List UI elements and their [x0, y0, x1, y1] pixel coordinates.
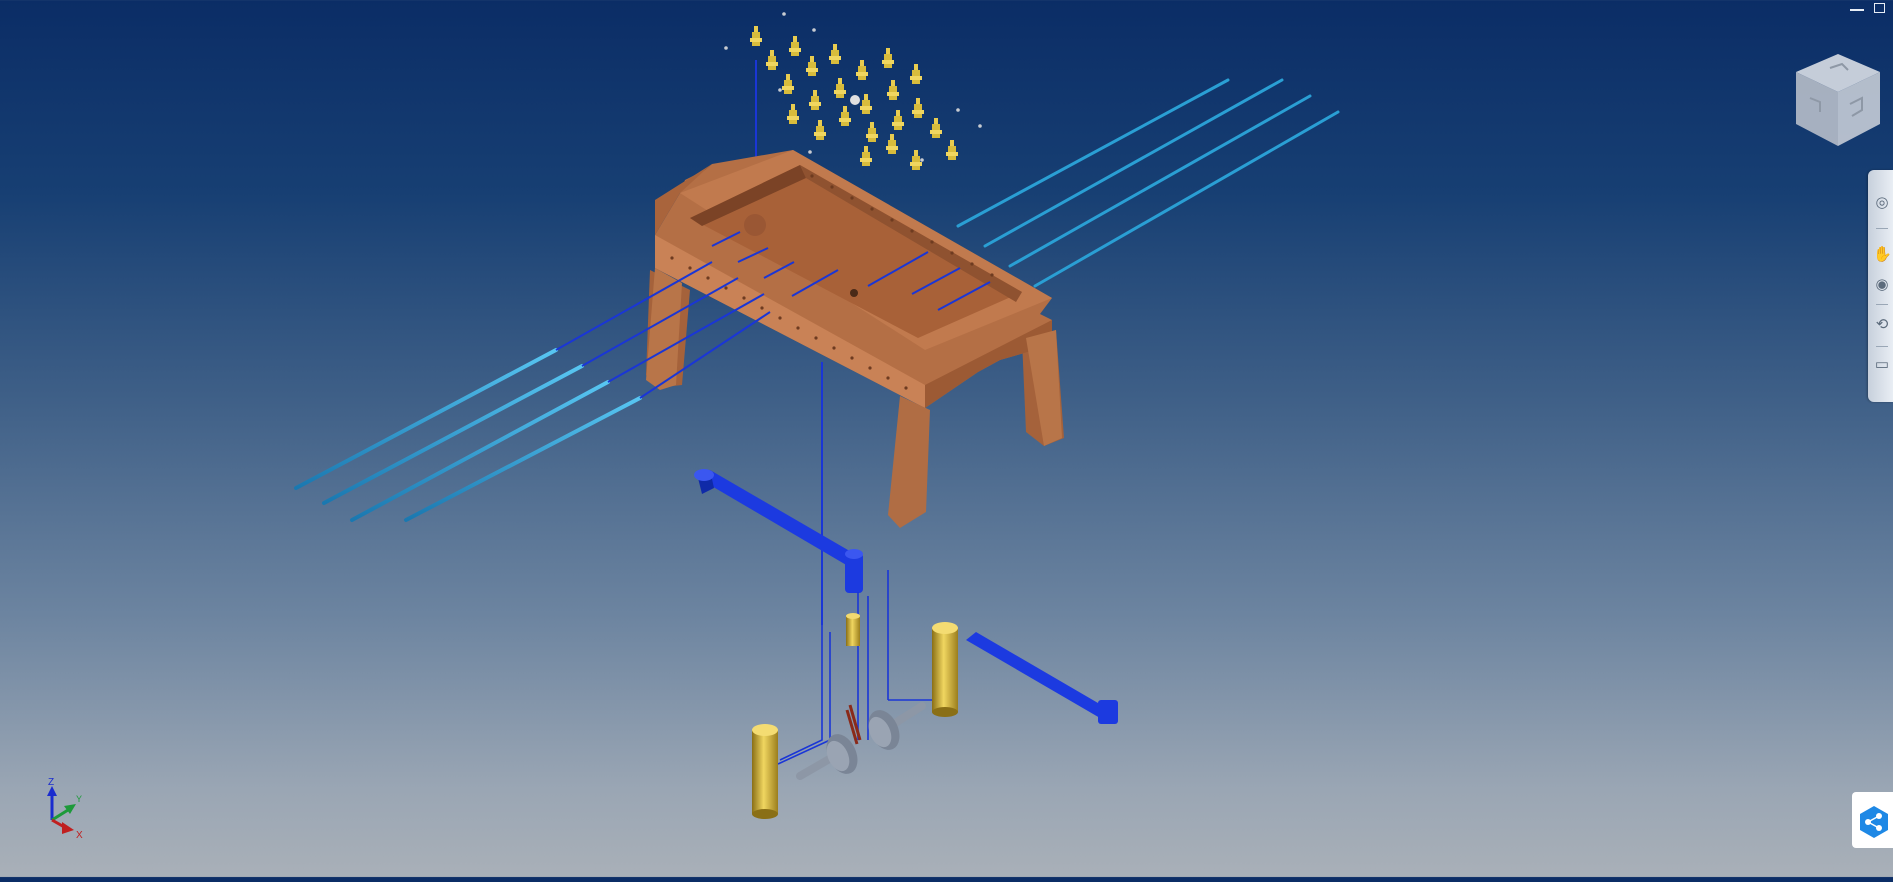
screw-hole: [706, 276, 710, 280]
brass-pin: [856, 60, 868, 80]
small-part: [808, 150, 812, 154]
navigation-bar: ◎ ✋ ◉ ⟲ ▭: [1868, 170, 1893, 402]
assembly-scene: [294, 12, 1340, 819]
screw-hole: [830, 185, 834, 189]
screw-hole: [990, 273, 994, 277]
small-part: [956, 108, 960, 112]
brass-pin: [814, 120, 826, 140]
minimize-icon[interactable]: [1850, 2, 1864, 14]
table-leg-front-right: [888, 396, 930, 528]
screw-hole: [670, 256, 674, 260]
orbit-icon[interactable]: ⟲: [1873, 316, 1891, 334]
brass-pin: [892, 110, 904, 130]
brass-pin: [787, 104, 799, 124]
brass-pin: [882, 48, 894, 68]
brass-pin: [910, 64, 922, 84]
rods-left[interactable]: [294, 348, 642, 522]
brass-pin: [829, 44, 841, 64]
screw-hole: [904, 386, 908, 390]
screw-hole: [930, 240, 934, 244]
brass-pin: [834, 78, 846, 98]
brass-pin: [860, 94, 872, 114]
steel-ball: [850, 95, 860, 105]
screw-hole: [910, 229, 914, 233]
brass-pin: [860, 146, 872, 166]
steel-shaft-right[interactable]: [862, 702, 926, 755]
screw-hole: [950, 251, 954, 255]
blue-handle-upper[interactable]: [694, 469, 863, 593]
3d-viewport[interactable]: ◎ ✋ ◉ ⟲ ▭ Z Y X: [0, 0, 1893, 877]
view-cube-icon[interactable]: [1790, 50, 1886, 150]
axis-z-label: Z: [48, 777, 54, 788]
blue-handle-lower[interactable]: [966, 632, 1118, 724]
window-controls: [1850, 2, 1885, 14]
small-part: [978, 124, 982, 128]
screw-hole: [760, 306, 764, 310]
axis-x-label: X: [76, 830, 83, 841]
screw-hole: [810, 174, 814, 178]
hand-pan-icon[interactable]: ✋: [1873, 246, 1892, 264]
brass-pin: [930, 118, 942, 138]
rods-right[interactable]: [956, 78, 1340, 288]
screw-hole: [814, 336, 818, 340]
screw-hole: [870, 207, 874, 211]
brass-pin: [912, 98, 924, 118]
brass-pin: [809, 90, 821, 110]
screw-hole: [688, 266, 692, 270]
screw-hole: [778, 316, 782, 320]
brass-cylinder-right[interactable]: [932, 622, 958, 717]
axis-y-label: Y: [76, 794, 82, 804]
brass-pin: [782, 74, 794, 94]
brass-pin: [766, 50, 778, 70]
axis-triad: Z Y X: [47, 777, 83, 841]
screw-hole: [832, 346, 836, 350]
screw-hole: [850, 196, 854, 200]
screw-hole: [742, 296, 746, 300]
share-button[interactable]: [1852, 792, 1893, 848]
brass-pin: [806, 56, 818, 76]
brass-bushing[interactable]: [846, 613, 860, 646]
screw-hole: [886, 376, 890, 380]
small-part: [724, 46, 728, 50]
screw-hole: [850, 356, 854, 360]
look-at-icon[interactable]: ▭: [1873, 356, 1891, 374]
brass-pin: [886, 134, 898, 154]
brass-pin: [750, 26, 762, 46]
screw-hole: [890, 218, 894, 222]
small-part: [778, 88, 782, 92]
small-part: [920, 158, 924, 162]
zoom-icon[interactable]: ◉: [1873, 276, 1891, 294]
brass-cylinder-left[interactable]: [752, 724, 778, 819]
brass-pin: [839, 106, 851, 126]
screw-hole: [970, 262, 974, 266]
brass-pin: [887, 80, 899, 100]
screw-hole: [868, 366, 872, 370]
screw-hole: [724, 286, 728, 290]
brass-pin: [866, 122, 878, 142]
restore-icon[interactable]: [1874, 3, 1885, 13]
steering-wheel-icon[interactable]: ◎: [1873, 194, 1891, 212]
brass-pin: [946, 140, 958, 160]
screw-hole: [796, 326, 800, 330]
small-part: [812, 28, 816, 32]
small-part: [782, 12, 786, 16]
pin-cluster[interactable]: [724, 12, 982, 170]
brass-pin: [789, 36, 801, 56]
share-icon: [1860, 806, 1888, 838]
